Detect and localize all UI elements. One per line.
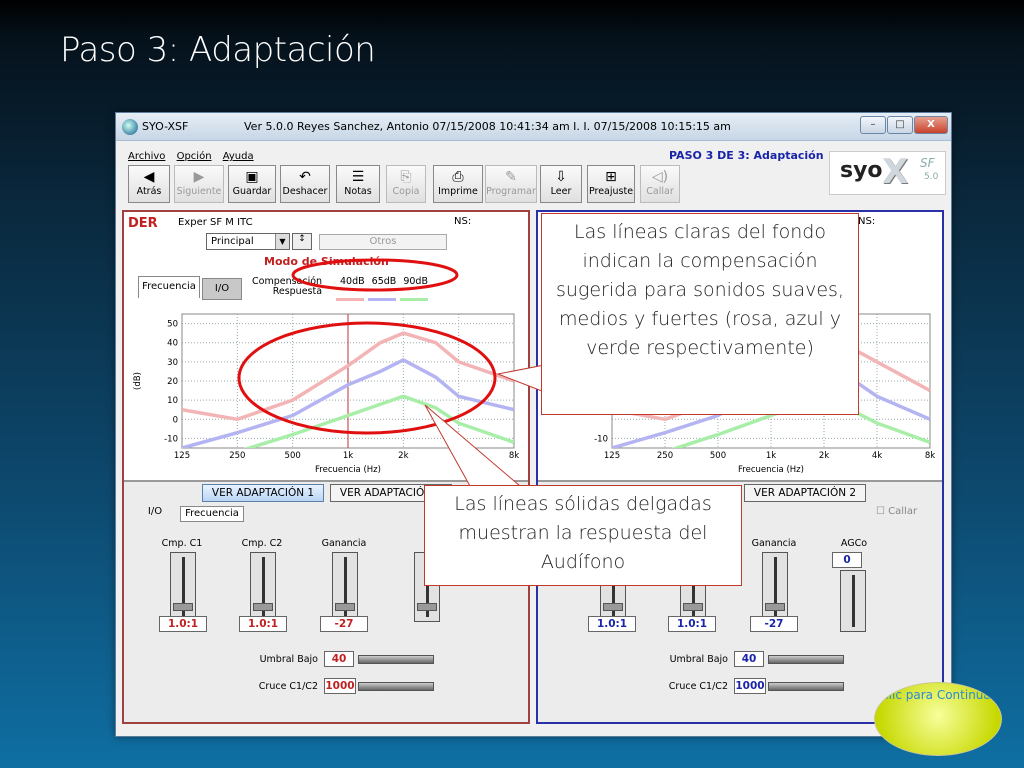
annotation-overlay — [237, 258, 561, 487]
callout-bottom: Las líneas sólidas delgadas muestran la … — [424, 485, 742, 586]
curves-highlight-ellipse — [237, 321, 497, 435]
legend-highlight-ellipse — [291, 258, 459, 292]
callout-bottom-pointer — [424, 404, 522, 487]
callout-top: Las líneas claras del fondo indican la c… — [541, 213, 859, 415]
continue-button[interactable]: Clic para Continuar — [874, 682, 1002, 756]
